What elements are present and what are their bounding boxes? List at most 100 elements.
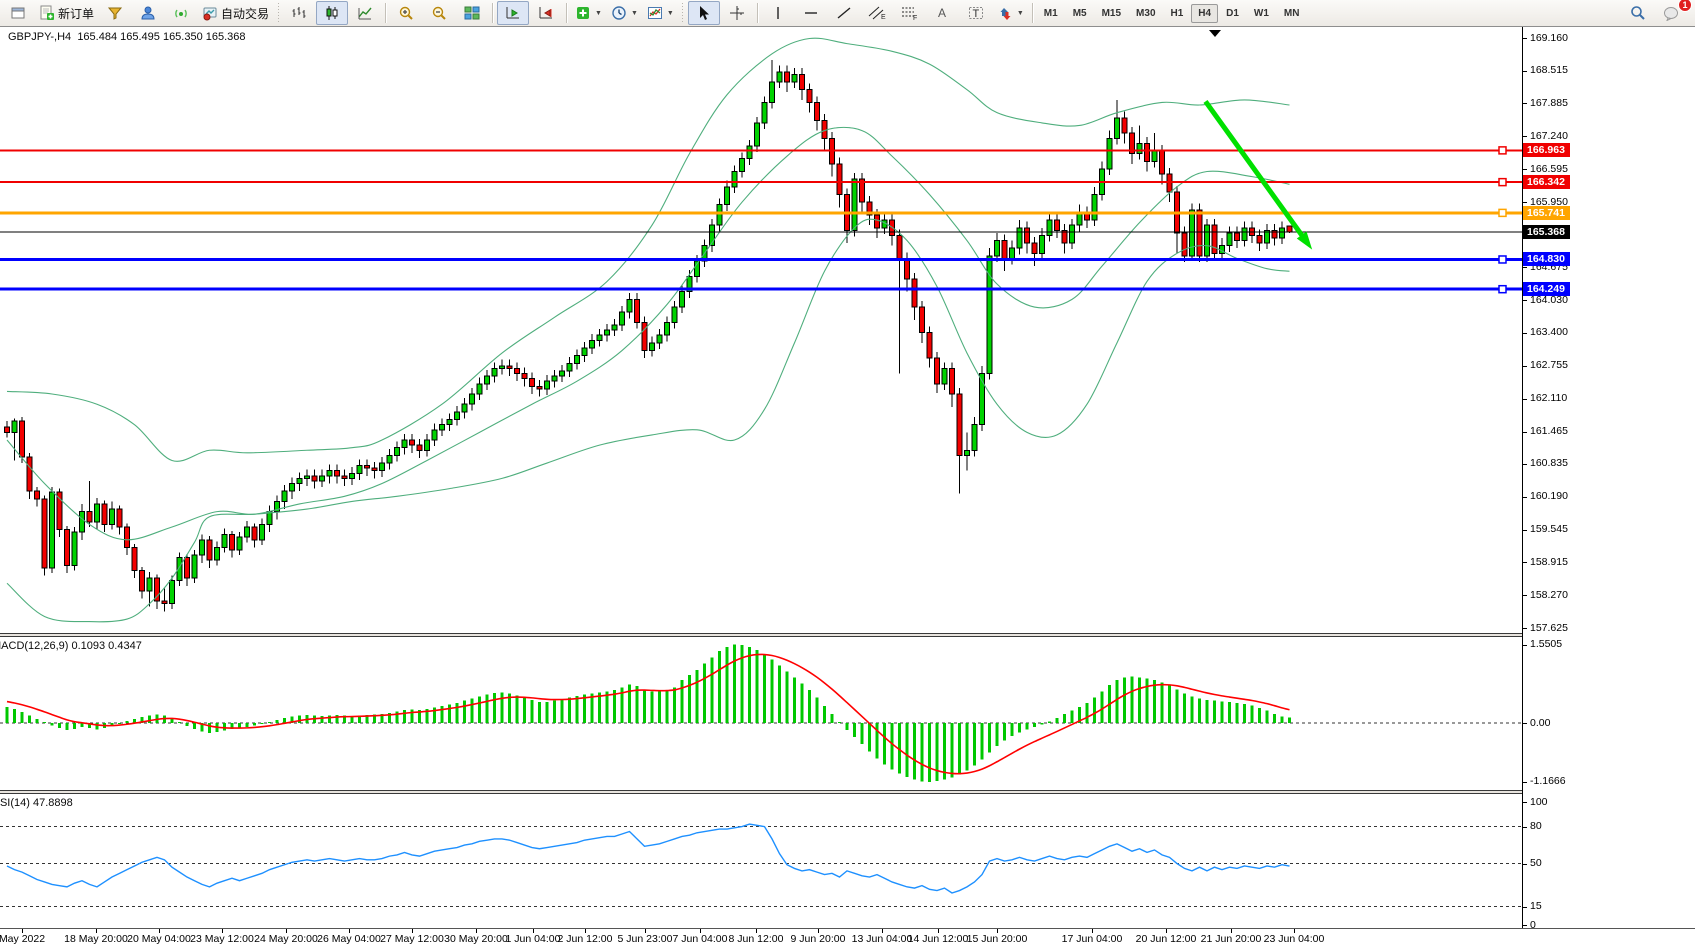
fibonacci-button[interactable]: F <box>894 1 926 25</box>
macd-bar <box>1206 700 1209 723</box>
timeframe-button-M1[interactable]: M1 <box>1037 4 1065 23</box>
macd-bar <box>973 723 976 765</box>
macd-bar <box>1003 723 1006 741</box>
equidistant-channel-button[interactable]: E <box>861 1 893 25</box>
indicators-button[interactable]: ▼ <box>571 1 606 25</box>
macd-bar <box>1093 698 1096 723</box>
chart-bars-button[interactable] <box>283 1 315 25</box>
macd-signal-line <box>7 654 1290 773</box>
macd-bar <box>396 711 399 723</box>
zoom-in-button[interactable] <box>390 1 422 25</box>
hline-handle[interactable] <box>1499 286 1506 293</box>
hline-handle[interactable] <box>1499 147 1506 154</box>
timeframe-button-MN[interactable]: MN <box>1277 4 1307 23</box>
timeframe-button-H4[interactable]: H4 <box>1191 4 1218 23</box>
candle-body <box>87 512 92 522</box>
trend-arrow-line[interactable] <box>1206 101 1308 243</box>
horizontal-line-button[interactable] <box>795 1 827 25</box>
vertical-line-button[interactable] <box>762 1 794 25</box>
macd-bar <box>1176 690 1179 723</box>
macd-bar <box>748 647 751 723</box>
price-line-tag: 164.249 <box>1523 282 1570 296</box>
timeframe-button-H1[interactable]: H1 <box>1164 4 1191 23</box>
chart-line-button[interactable] <box>349 1 381 25</box>
hline-handle[interactable] <box>1499 209 1506 216</box>
macd-bar <box>763 654 766 723</box>
templates-button[interactable]: ▼ <box>643 1 678 25</box>
candle-body <box>305 476 310 479</box>
funnel-icon[interactable] <box>99 1 131 25</box>
candle-body <box>680 292 685 307</box>
macd-bar <box>1123 677 1126 723</box>
new-order-button[interactable]: 新订单 <box>35 1 98 25</box>
main-chart-pane[interactable] <box>0 27 1522 633</box>
macd-bar <box>1026 723 1029 730</box>
hline-handle[interactable] <box>1499 256 1506 263</box>
cursor-button[interactable] <box>688 1 720 25</box>
macd-bar <box>463 701 466 723</box>
time-axis[interactable]: May 202218 May 20:0020 May 04:0023 May 1… <box>0 928 1695 947</box>
notifications-button[interactable]: 1 <box>1655 1 1687 25</box>
chart-candles-button[interactable] <box>316 1 348 25</box>
axis-tick-mark <box>1523 645 1527 646</box>
candle-body <box>522 374 527 379</box>
time-tick-mark <box>700 929 701 933</box>
candle-body <box>140 570 145 590</box>
candle-body <box>537 386 542 389</box>
text-button[interactable]: A <box>927 1 959 25</box>
candle-body <box>545 381 550 389</box>
candle-body <box>12 421 17 432</box>
bollinger-middle-band <box>7 127 1290 539</box>
window-icon[interactable] <box>2 1 34 25</box>
signals-icon[interactable] <box>165 1 197 25</box>
search-icon[interactable] <box>1622 1 1654 25</box>
candle-body <box>117 509 122 527</box>
auto-trading-button[interactable]: 自动交易 <box>198 1 273 25</box>
macd-tick: -1.1666 <box>1530 775 1566 787</box>
timeframe-button-D1[interactable]: D1 <box>1219 4 1246 23</box>
auto-scroll-button[interactable] <box>497 1 529 25</box>
axis-tick-mark <box>1523 202 1527 203</box>
macd-bar <box>936 723 939 781</box>
macd-pane[interactable] <box>0 637 1522 790</box>
candle-body <box>912 279 917 307</box>
tile-windows-button[interactable] <box>456 1 488 25</box>
current-price-tag: 165.368 <box>1523 225 1570 239</box>
candle-body <box>252 527 257 540</box>
candle-body <box>732 171 737 186</box>
macd-bar <box>861 723 864 744</box>
macd-bar <box>756 650 759 723</box>
macd-bar <box>1011 723 1014 736</box>
time-tick-mark <box>645 929 646 933</box>
chart-shift-button[interactable] <box>530 1 562 25</box>
candle-body <box>905 258 910 278</box>
timeframe-button-M30[interactable]: M30 <box>1129 4 1162 23</box>
macd-bar <box>261 723 264 724</box>
chart-shift-marker[interactable] <box>1209 30 1221 37</box>
macd-bar <box>883 723 886 764</box>
candle-body <box>455 412 460 420</box>
timeframe-button-M5[interactable]: M5 <box>1066 4 1094 23</box>
macd-bar <box>823 706 826 723</box>
candle-body <box>515 368 520 373</box>
text-label-button[interactable]: T <box>960 1 992 25</box>
zoom-out-button[interactable] <box>423 1 455 25</box>
macd-bar <box>681 680 684 723</box>
arrows-button[interactable]: ▼ <box>993 1 1028 25</box>
candle-body <box>590 340 595 348</box>
candle-body <box>72 532 77 565</box>
rsi-pane[interactable] <box>0 794 1522 928</box>
periods-clock-button[interactable]: ▼ <box>607 1 642 25</box>
trendline-button[interactable] <box>828 1 860 25</box>
crosshair-button[interactable] <box>721 1 753 25</box>
candle-body <box>935 358 940 384</box>
hline-handle[interactable] <box>1499 179 1506 186</box>
timeframe-button-M15[interactable]: M15 <box>1095 4 1128 23</box>
macd-bar <box>486 695 489 723</box>
timeframe-button-W1[interactable]: W1 <box>1247 4 1276 23</box>
candle-body <box>1205 225 1210 256</box>
candle-body <box>110 509 115 524</box>
profile-icon[interactable] <box>132 1 164 25</box>
candle-body <box>425 440 430 450</box>
time-axis-label: 13 Jun 04:00 <box>852 933 913 945</box>
